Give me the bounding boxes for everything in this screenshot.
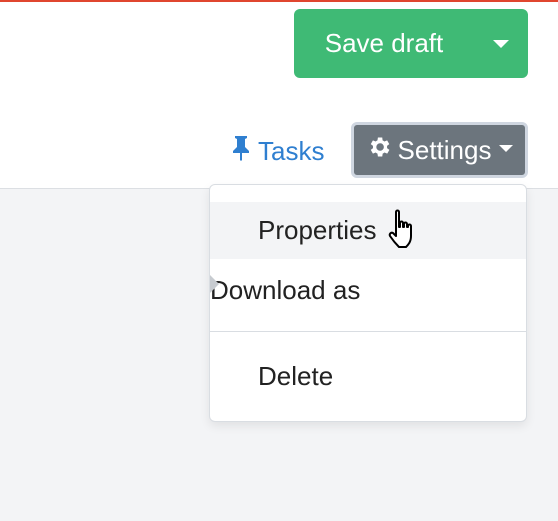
tasks-link[interactable]: Tasks (230, 133, 324, 169)
pin-icon (230, 135, 252, 168)
chevron-down-icon (499, 144, 514, 152)
chevron-right-icon (210, 275, 219, 293)
menu-item-delete[interactable]: Delete (210, 347, 526, 404)
chevron-down-icon (493, 39, 509, 48)
save-draft-button[interactable]: Save draft (294, 9, 474, 78)
tasks-label: Tasks (258, 135, 325, 166)
hand-cursor-icon (385, 208, 423, 254)
save-draft-label: Save draft (324, 28, 444, 58)
menu-item-properties[interactable]: Properties (210, 202, 526, 259)
settings-dropdown-button[interactable]: Settings (351, 122, 528, 178)
menu-item-label: Properties (258, 215, 377, 245)
menu-divider (210, 331, 526, 332)
menu-item-label: Delete (258, 361, 334, 391)
menu-item-download-as[interactable]: Download as (210, 259, 526, 319)
settings-label: Settings (397, 134, 492, 165)
menu-item-label: Download as (210, 275, 361, 305)
gear-icon (366, 134, 392, 167)
settings-dropdown-menu: Properties Download as Delete (209, 184, 527, 422)
save-button-group: Save draft (294, 9, 528, 78)
save-options-toggle[interactable] (474, 9, 528, 78)
